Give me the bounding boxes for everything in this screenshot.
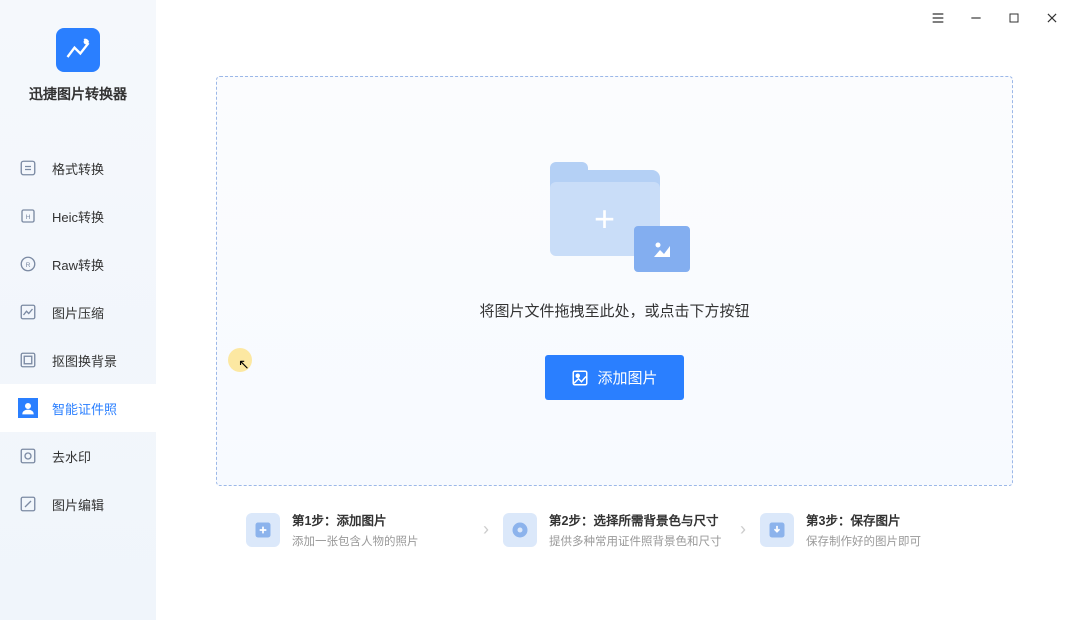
step-save-icon xyxy=(760,513,794,547)
step-title: 第3步：保存图片 xyxy=(806,510,921,529)
content: + 将图片文件拖拽至此处，或点击下方按钮 添加图片 第1步：添加图片 添加一张包… xyxy=(156,36,1073,620)
sidebar-item-label: 智能证件照 xyxy=(52,399,117,418)
dropzone[interactable]: + 将图片文件拖拽至此处，或点击下方按钮 添加图片 xyxy=(216,76,1013,486)
sidebar-item-idphoto[interactable]: 智能证件照 xyxy=(0,384,156,432)
sidebar-item-label: 图片压缩 xyxy=(52,303,104,322)
sidebar-item-label: 去水印 xyxy=(52,447,91,466)
heic-icon: H xyxy=(18,206,38,226)
step-desc: 保存制作好的图片即可 xyxy=(806,533,921,549)
logo-block: 迅捷图片转换器 xyxy=(0,0,156,114)
sidebar-item-label: 抠图换背景 xyxy=(52,351,117,370)
edit-icon xyxy=(18,494,38,514)
convert-icon xyxy=(18,158,38,178)
idphoto-icon xyxy=(18,398,38,418)
step-add-icon xyxy=(246,513,280,547)
maximize-button[interactable] xyxy=(1005,9,1023,27)
sidebar-item-label: Heic转换 xyxy=(52,207,104,226)
sidebar: 迅捷图片转换器 格式转换 H Heic转换 R Raw转换 图片压缩 抠图换背景… xyxy=(0,0,156,620)
add-image-button[interactable]: 添加图片 xyxy=(545,355,683,400)
nav-list: 格式转换 H Heic转换 R Raw转换 图片压缩 抠图换背景 智能证件照 去… xyxy=(0,144,156,528)
app-title: 迅捷图片转换器 xyxy=(29,84,127,104)
step-3: 第3步：保存图片 保存制作好的图片即可 xyxy=(760,510,983,549)
minimize-button[interactable] xyxy=(967,9,985,27)
steps-row: 第1步：添加图片 添加一张包含人物的照片 › 第2步：选择所需背景色与尺寸 提供… xyxy=(216,486,1013,559)
step-gear-icon xyxy=(503,513,537,547)
step-desc: 提供多种常用证件照背景色和尺寸 xyxy=(549,533,722,549)
step-2: 第2步：选择所需背景色与尺寸 提供多种常用证件照背景色和尺寸 xyxy=(503,510,726,549)
sidebar-item-compress[interactable]: 图片压缩 xyxy=(0,288,156,336)
svg-text:R: R xyxy=(26,262,31,269)
sidebar-item-watermark[interactable]: 去水印 xyxy=(0,432,156,480)
close-button[interactable] xyxy=(1043,9,1061,27)
main: + 将图片文件拖拽至此处，或点击下方按钮 添加图片 第1步：添加图片 添加一张包… xyxy=(156,0,1073,620)
sidebar-item-label: Raw转换 xyxy=(52,255,104,274)
app-logo-icon xyxy=(56,28,100,72)
step-1: 第1步：添加图片 添加一张包含人物的照片 xyxy=(246,510,469,549)
titlebar xyxy=(156,0,1073,36)
step-title: 第2步：选择所需背景色与尺寸 xyxy=(549,510,722,529)
chevron-right-icon: › xyxy=(734,519,752,540)
dropzone-illustration: + xyxy=(540,162,690,272)
sidebar-item-format-convert[interactable]: 格式转换 xyxy=(0,144,156,192)
compress-icon xyxy=(18,302,38,322)
image-icon xyxy=(634,226,690,272)
add-image-label: 添加图片 xyxy=(597,367,657,388)
step-desc: 添加一张包含人物的照片 xyxy=(292,533,419,549)
dropzone-hint: 将图片文件拖拽至此处，或点击下方按钮 xyxy=(479,300,749,321)
raw-icon: R xyxy=(18,254,38,274)
watermark-icon xyxy=(18,446,38,466)
step-title: 第1步：添加图片 xyxy=(292,510,419,529)
sidebar-item-raw[interactable]: R Raw转换 xyxy=(0,240,156,288)
chevron-right-icon: › xyxy=(477,519,495,540)
sidebar-item-edit[interactable]: 图片编辑 xyxy=(0,480,156,528)
sidebar-item-cutout[interactable]: 抠图换背景 xyxy=(0,336,156,384)
image-icon xyxy=(571,369,589,387)
plus-icon: + xyxy=(594,201,615,237)
cutout-icon xyxy=(18,350,38,370)
svg-text:H: H xyxy=(26,214,31,221)
menu-button[interactable] xyxy=(929,9,947,27)
sidebar-item-heic[interactable]: H Heic转换 xyxy=(0,192,156,240)
sidebar-item-label: 图片编辑 xyxy=(52,495,104,514)
sidebar-item-label: 格式转换 xyxy=(52,159,104,178)
